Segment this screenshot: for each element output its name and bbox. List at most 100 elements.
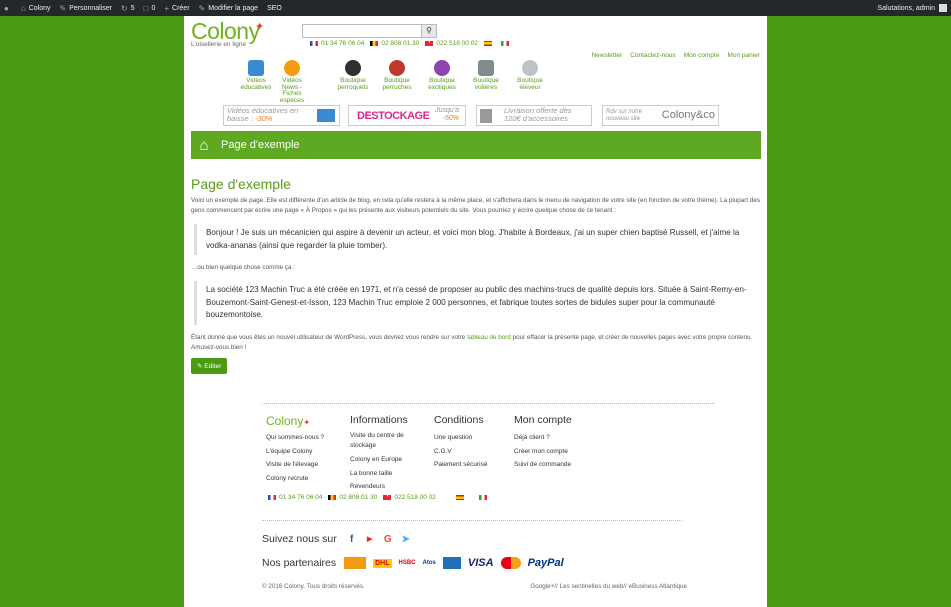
plus-icon: + [164,3,170,13]
admin-bar: ● ⌂ Colony ✎ Personnaliser ↻ 5 □ 0 + Créer ✎ M… [0,0,951,16]
pencil-icon: ✎ [197,362,203,370]
refresh-icon: ↻ [121,3,128,13]
dashboard-link[interactable]: tableau de bord [467,334,511,341]
social-links: Suivez nous sur f ▶ G ➤ [262,533,417,545]
bird-icon: ✦ [303,418,311,427]
twitter-icon[interactable]: ➤ [399,534,413,545]
footer-divider-2 [262,520,682,521]
footer-link-client[interactable]: Déjà client ? [514,431,572,445]
nav-boutique-volieres[interactable]: Boutique volières [466,60,506,91]
footer-col-account: Mon compte Déjà client ? Créer mon compt… [514,414,572,472]
aviary-icon [478,60,494,76]
contact-link[interactable]: Contactez-nous [630,52,676,59]
seo-link[interactable]: SEO [267,5,282,12]
footer-link-cgv[interactable]: C.G.V [434,445,487,459]
footer-col-informations: Informations Visite du centre de stockage… [350,414,420,494]
closing-paragraph: Étant donné que vous êtes un nouvel util… [191,333,753,351]
bag-icon [480,109,492,123]
newsletter-link[interactable]: Newsletter [591,52,622,59]
promo-colony-co[interactable]: Rdv sur notre nouveau site Colony&co [602,105,719,126]
account-link[interactable]: Mon compte [684,52,720,59]
monitor-icon [248,60,264,76]
promo-videos[interactable]: Vidéos éducatives en baisse : -30% [223,105,340,126]
france-flag-icon [310,41,318,46]
footer-link-about[interactable]: Qui sommes-nous ? [266,431,324,445]
youtube-icon[interactable]: ▶ [363,535,377,543]
budgie-icon [389,60,405,76]
avatar[interactable] [939,4,947,12]
italy-flag-icon[interactable] [478,495,487,500]
france-flag-icon [268,495,276,500]
spain-flag-icon[interactable] [483,41,492,46]
comments-link[interactable]: □ 0 [144,4,156,13]
copyright-bar: © 2016 Colony. Tous droits réservés. Goo… [262,583,687,590]
footer-link-orders[interactable]: Suivi de commande [514,458,572,472]
footer-col-colony: Colony✦ Qui sommes-nous ? L'équipe Colon… [266,414,324,485]
footer-divider [262,403,715,404]
nav-boutique-perroquets[interactable]: Boutique perroquets [333,60,373,91]
category-nav: Vidéos éducatives Vidéos News - Fiches espèc… [184,60,767,108]
belgium-flag-icon [328,495,337,500]
footer-link-storage[interactable]: Visite du centre de stockage [350,431,420,450]
credits-link[interactable]: Google+// Les sentinelles du web// eBusi… [530,583,687,590]
hero-title: Page d'exemple [221,139,300,151]
header-phones: 01 34 76 06 04 02 808 01 30 022 518 00 0… [304,38,512,47]
breeder-icon [522,60,538,76]
footer: Colony✦ Qui sommes-nous ? L'équipe Colon… [262,403,715,590]
wordpress-logo-icon[interactable]: ● [4,4,12,13]
promo-destockage[interactable]: DESTOCKAGE Jusqu'à -50% [348,105,466,126]
footer-link-payment[interactable]: Paiement sécurisé [434,458,487,472]
page-title: Page d'exemple [191,176,291,192]
updates-link[interactable]: ↻ 5 [121,4,135,13]
cart-link[interactable]: Mon panier [727,52,760,59]
customize-link[interactable]: ✎ Personnaliser [59,4,112,13]
italy-flag-icon[interactable] [500,41,509,46]
home-icon[interactable]: ⌂ [194,131,214,159]
footer-link-europe[interactable]: Colony en Europe [350,453,420,467]
pencil-icon: ✎ [59,3,67,13]
spain-flag-icon[interactable] [455,495,464,500]
nav-videos-news[interactable]: Vidéos News - Fiches espèces [275,60,309,104]
footer-link-size[interactable]: La bonne taille [350,467,420,481]
nav-boutique-exotiques[interactable]: Boutique exotiques [422,60,462,91]
parrot-icon [345,60,361,76]
belgium-flag-icon [370,41,379,46]
switzerland-flag-icon [425,38,434,46]
mastercard-icon [500,557,521,569]
page: Colony ✦ L'oisellerie en ligne ⚲ 01 34 7… [184,16,767,607]
partners: Nos partenaires DHL HSBC Atos VISA PayPa… [262,557,564,569]
footer-link-team[interactable]: L'équipe Colony [266,445,324,459]
search-input[interactable]: ⚲ [302,24,437,38]
nav-boutique-perruches[interactable]: Boutique perruches [377,60,417,91]
comment-icon: □ [143,3,149,13]
footer-link-create-account[interactable]: Créer mon compte [514,445,572,459]
footer-link-visit[interactable]: Visite de l'élevage [266,458,324,472]
footer-link-jobs[interactable]: Colony recrute [266,472,324,486]
quote-1: Bonjour ! Je suis un mécanicien qui aspi… [194,224,761,255]
home-icon: ⌂ [20,3,26,13]
footer-link-question[interactable]: Une question [434,431,487,445]
nav-boutique-eleveur[interactable]: Boutique éleveur [510,60,550,91]
facebook-icon[interactable]: f [345,534,359,545]
pencil-icon: ✎ [198,3,206,13]
edit-page-link[interactable]: ✎ Modifier la page [199,4,259,13]
search-icon[interactable]: ⚲ [421,25,436,37]
site-logo[interactable]: Colony ✦ L'oisellerie en ligne [191,18,264,48]
nav-videos-educatives[interactable]: Vidéos éducatives [236,60,276,91]
play-icon [284,60,300,76]
bird-icon: ✦ [255,21,265,33]
new-content-link[interactable]: + Créer [164,4,189,13]
top-links: Newsletter Contactez-nous Mon compte Mon… [583,52,760,59]
edit-button[interactable]: ✎ Editer [191,357,228,374]
switzerland-flag-icon [383,492,392,500]
main-content: Page d'exemple Voici un exemple de page.… [191,176,761,374]
intro-paragraph: Voici un exemple de page. Elle est diffé… [191,197,761,214]
greeting[interactable]: Salutations, admin [877,5,935,12]
promo-livraison[interactable]: Livraison offerte dès 120€ d'accessoires [476,105,592,126]
google-plus-icon[interactable]: G [381,534,395,545]
colissimo-icon [344,557,367,569]
site-name-link[interactable]: ⌂ Colony [21,4,51,13]
quote-2: La société 123 Machin Truc a été créée e… [194,281,761,325]
page-hero: ⌂ Page d'exemple [191,131,761,159]
footer-logo[interactable]: Colony✦ [266,414,324,428]
